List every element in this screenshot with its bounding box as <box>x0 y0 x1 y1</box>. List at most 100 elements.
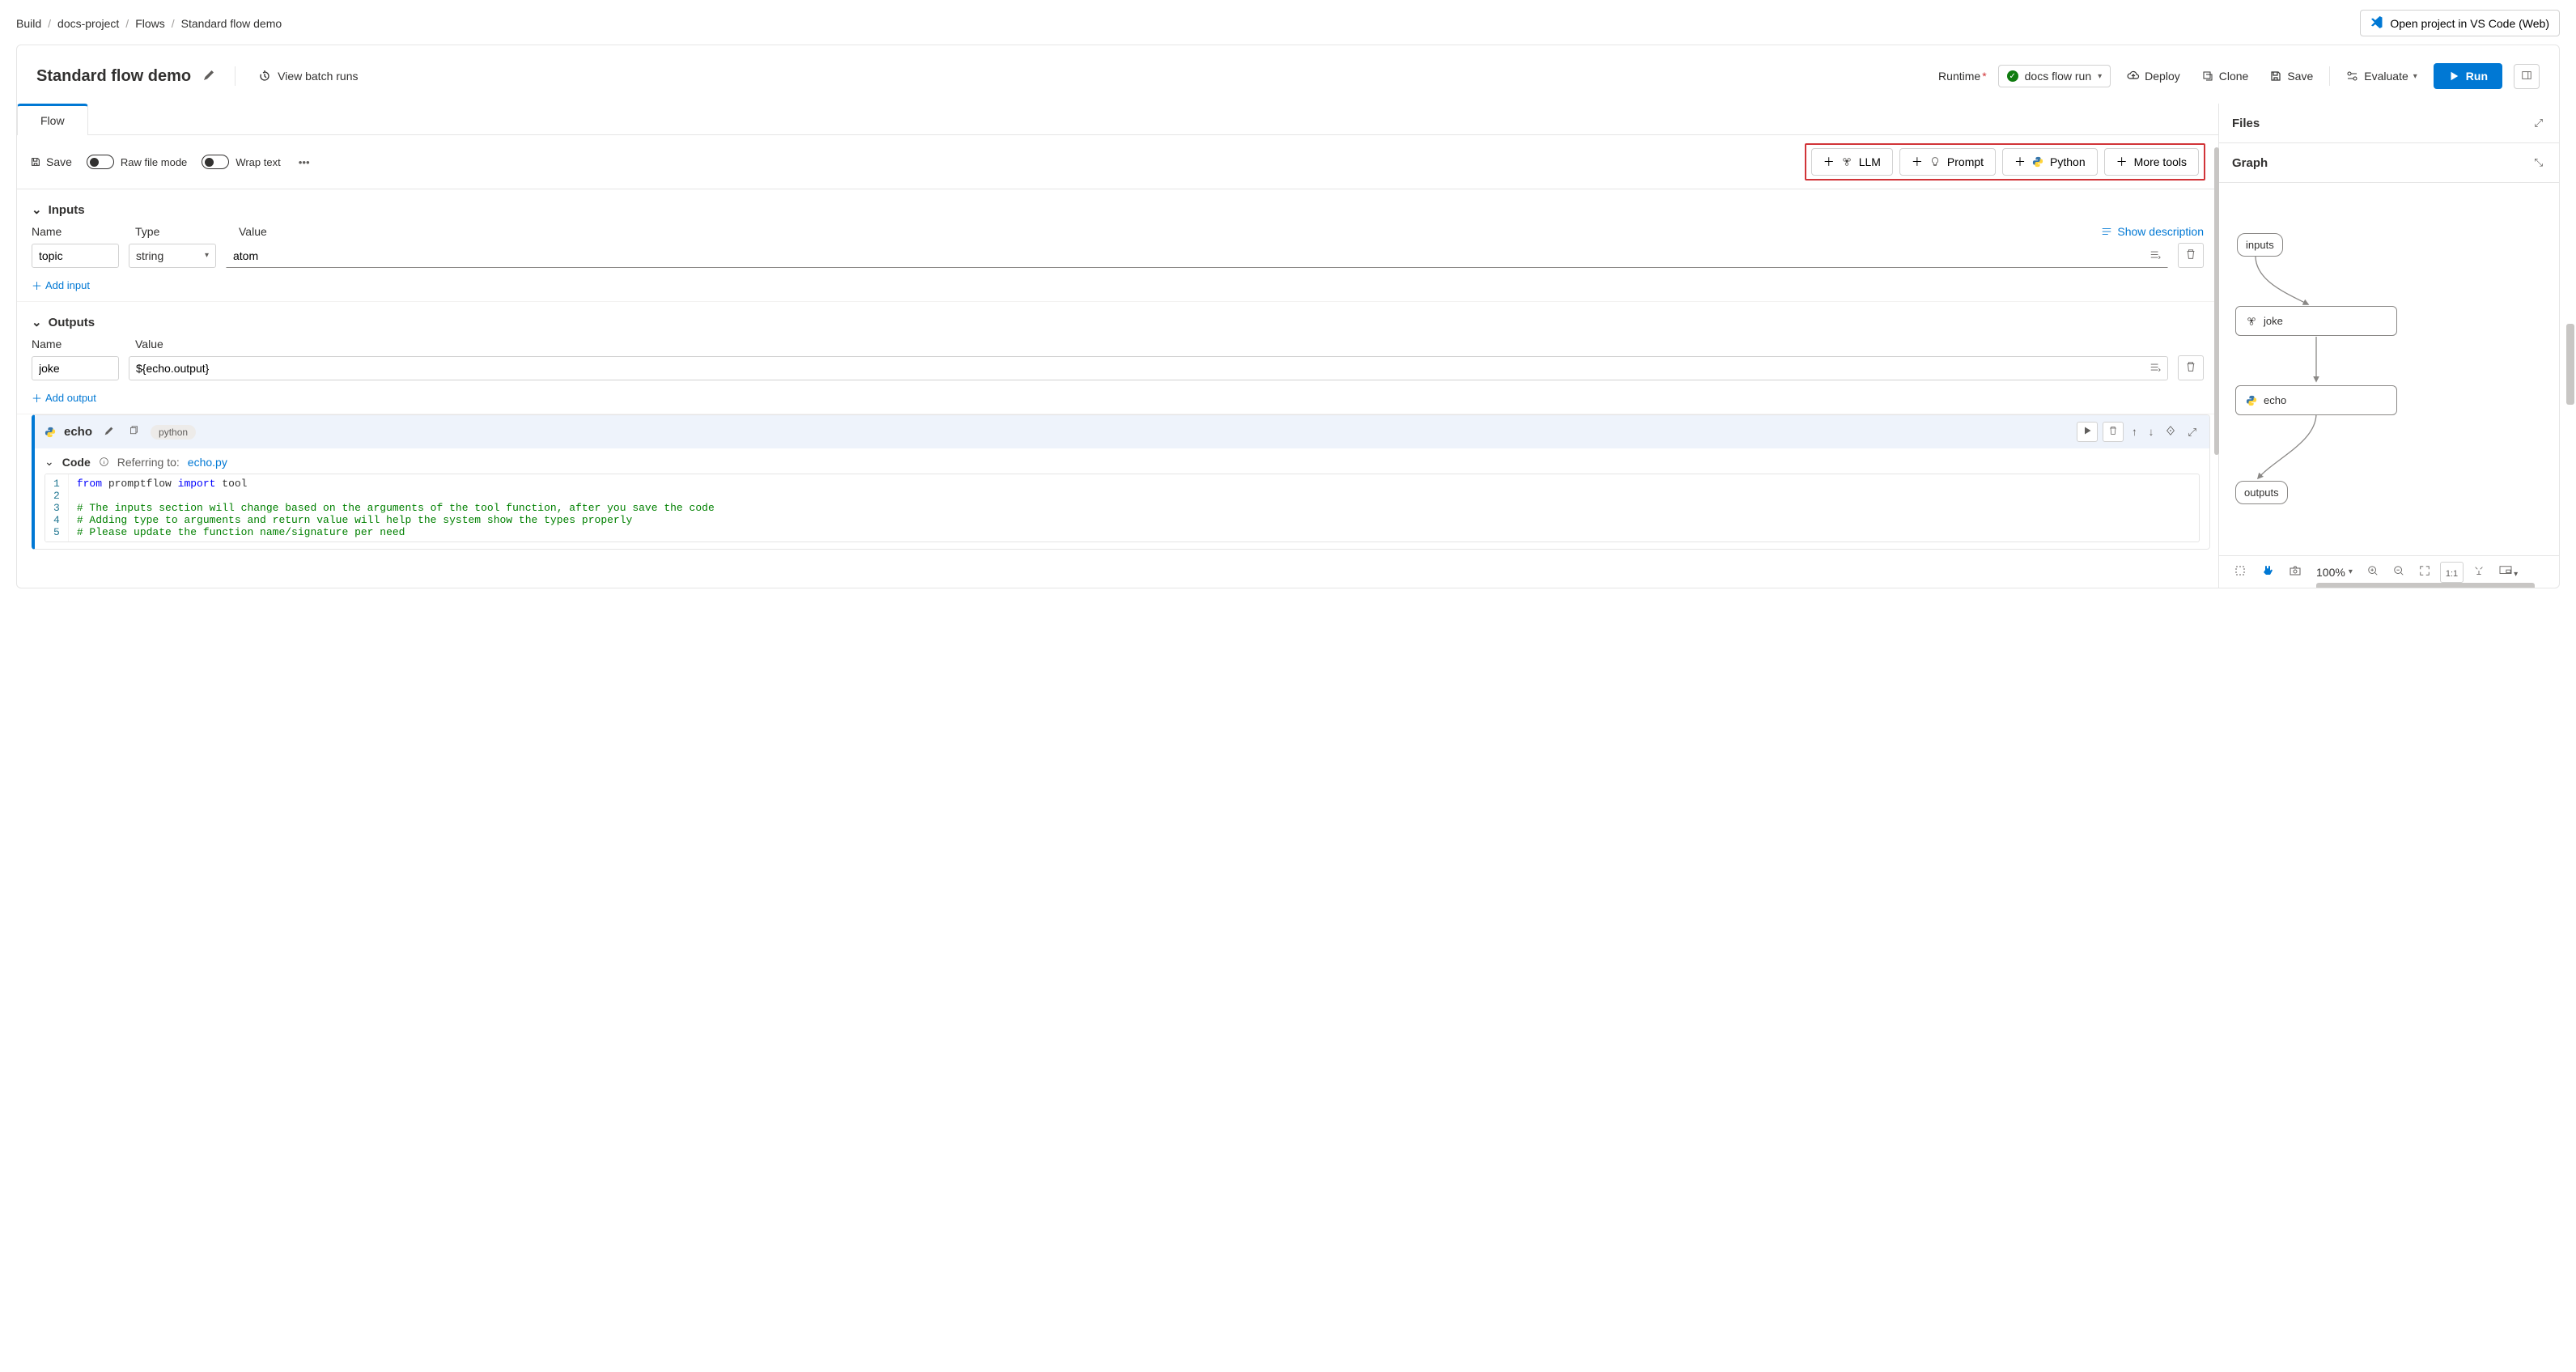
output-value-field[interactable] <box>129 356 2168 380</box>
chevron-down-icon: ⌄ <box>32 202 42 217</box>
divider <box>235 66 236 86</box>
delete-output-button[interactable] <box>2178 355 2204 380</box>
inputs-col-value: Value <box>239 225 2085 238</box>
move-up-button[interactable]: ↑ <box>2128 423 2141 441</box>
wrap-text-toggle[interactable] <box>202 155 229 169</box>
actual-size-icon: 1:1 <box>2446 569 2458 579</box>
save-icon <box>2269 70 2282 83</box>
graph-select-button[interactable] <box>2229 561 2251 583</box>
vscode-icon <box>2370 15 2383 31</box>
more-tools-button[interactable]: ＋ More tools <box>2104 148 2199 176</box>
add-input-link[interactable]: ＋ Add input <box>32 278 90 293</box>
input-value-field[interactable] <box>226 244 2168 268</box>
autolayout-icon <box>2473 565 2485 576</box>
play-icon <box>2082 426 2092 435</box>
panel-icon <box>2521 70 2532 81</box>
copy-node-button[interactable] <box>125 423 142 442</box>
add-output-link[interactable]: ＋ Add output <box>32 390 96 406</box>
add-python-button[interactable]: ＋ Python <box>2002 148 2098 176</box>
deploy-button[interactable]: Deploy <box>2122 66 2185 86</box>
python-icon <box>2032 156 2043 168</box>
clone-icon <box>2201 70 2214 83</box>
actual-size-button[interactable]: 1:1 <box>2440 562 2464 583</box>
trash-icon <box>2108 426 2118 435</box>
tab-flow[interactable]: Flow <box>17 104 88 135</box>
graph-canvas[interactable]: inputs joke echo outputs <box>2219 183 2559 555</box>
expand-value-icon[interactable] <box>2149 361 2162 375</box>
expand-node-button[interactable]: ⤢ <box>2184 423 2200 442</box>
code-editor[interactable]: 12345 from promptflow import tool # The … <box>45 474 2200 542</box>
run-node-button[interactable] <box>2077 422 2098 442</box>
breadcrumb-current[interactable]: Standard flow demo <box>181 17 282 30</box>
edit-title-button[interactable] <box>199 66 219 87</box>
input-type-select[interactable]: string ▾ <box>129 244 216 268</box>
breadcrumb-project[interactable]: docs-project <box>57 17 119 30</box>
outputs-section-header[interactable]: ⌄ Outputs <box>32 315 2204 329</box>
delete-input-button[interactable] <box>2178 243 2204 268</box>
graph-node-inputs[interactable]: inputs <box>2237 233 2283 257</box>
inputs-col-name: Name <box>32 225 119 238</box>
expand-icon: ⤢ <box>2188 426 2196 438</box>
fit-icon <box>2419 565 2430 576</box>
runtime-select[interactable]: ✓ docs flow run ▾ <box>1998 65 2111 87</box>
divider <box>2329 66 2330 86</box>
breadcrumb-flows[interactable]: Flows <box>135 17 165 30</box>
runtime-label: Runtime* <box>1938 70 1987 83</box>
expand-files-button[interactable]: ⤢ <box>2531 113 2546 133</box>
minimap-button[interactable]: ▾ <box>2494 562 2523 582</box>
chevron-down-icon: ▾ <box>2098 72 2102 81</box>
raw-mode-toggle[interactable] <box>87 155 114 169</box>
open-vscode-button[interactable]: Open project in VS Code (Web) <box>2360 10 2560 36</box>
inputs-section-header[interactable]: ⌄ Inputs <box>32 202 2204 217</box>
save-icon <box>30 156 41 168</box>
input-name-field[interactable] <box>32 244 119 268</box>
chevron-down-icon: ▾ <box>2349 567 2353 576</box>
add-llm-button[interactable]: ＋ LLM <box>1811 148 1893 176</box>
code-subsection-header[interactable]: ⌄ Code Referring to: echo.py <box>45 455 2200 469</box>
graph-node-joke[interactable]: joke <box>2235 306 2397 336</box>
evaluate-button[interactable]: Evaluate ▾ <box>2341 66 2422 86</box>
pencil-icon <box>202 69 215 82</box>
expand-value-icon[interactable] <box>2149 248 2162 262</box>
breadcrumb-build[interactable]: Build <box>16 17 41 30</box>
pencil-icon <box>104 426 114 436</box>
graph-pan-button[interactable] <box>2256 561 2279 583</box>
view-batch-runs-button[interactable]: View batch runs <box>252 65 364 87</box>
fit-button[interactable] <box>2414 562 2435 582</box>
trash-icon <box>2185 248 2196 260</box>
referring-label: Referring to: <box>117 456 180 469</box>
minimap-icon <box>2499 565 2512 576</box>
run-button[interactable]: Run <box>2434 63 2502 89</box>
zoom-in-button[interactable] <box>2362 562 2383 582</box>
scrollbar[interactable] <box>2566 324 2574 405</box>
autolayout-button[interactable] <box>2468 562 2489 582</box>
move-down-button[interactable]: ↓ <box>2145 423 2158 441</box>
collapse-graph-button[interactable]: ⤡ <box>2531 153 2546 172</box>
select-icon <box>2234 564 2247 577</box>
add-prompt-button[interactable]: ＋ Prompt <box>1899 148 1996 176</box>
clone-button[interactable]: Clone <box>2196 66 2254 86</box>
wrap-text-label: Wrap text <box>236 156 280 168</box>
panel-toggle-button[interactable] <box>2514 64 2540 89</box>
plus-icon: ＋ <box>1912 154 1923 170</box>
graph-screenshot-button[interactable] <box>2284 561 2307 583</box>
scrollbar[interactable] <box>2316 583 2535 588</box>
plus-icon: ＋ <box>32 390 42 406</box>
more-options-button[interactable]: ••• <box>295 153 313 172</box>
plus-icon: ＋ <box>1823 154 1835 170</box>
zoom-out-button[interactable] <box>2388 562 2409 582</box>
open-vscode-label: Open project in VS Code (Web) <box>2390 17 2549 30</box>
graph-node-echo[interactable]: echo <box>2235 385 2397 415</box>
history-icon <box>258 70 271 83</box>
referring-link[interactable]: echo.py <box>188 456 227 469</box>
zoom-select[interactable]: 100% ▾ <box>2311 564 2357 580</box>
toolbar-save-button[interactable]: Save <box>30 155 72 168</box>
edit-node-name-button[interactable] <box>100 423 117 442</box>
code-lines[interactable]: from promptflow import tool # The inputs… <box>69 474 723 542</box>
variants-button[interactable] <box>2162 422 2179 442</box>
show-description-link[interactable]: Show description <box>2101 225 2204 238</box>
delete-node-button[interactable] <box>2103 422 2124 442</box>
graph-node-outputs[interactable]: outputs <box>2235 481 2288 504</box>
output-name-field[interactable] <box>32 356 119 380</box>
save-button[interactable]: Save <box>2264 66 2318 86</box>
